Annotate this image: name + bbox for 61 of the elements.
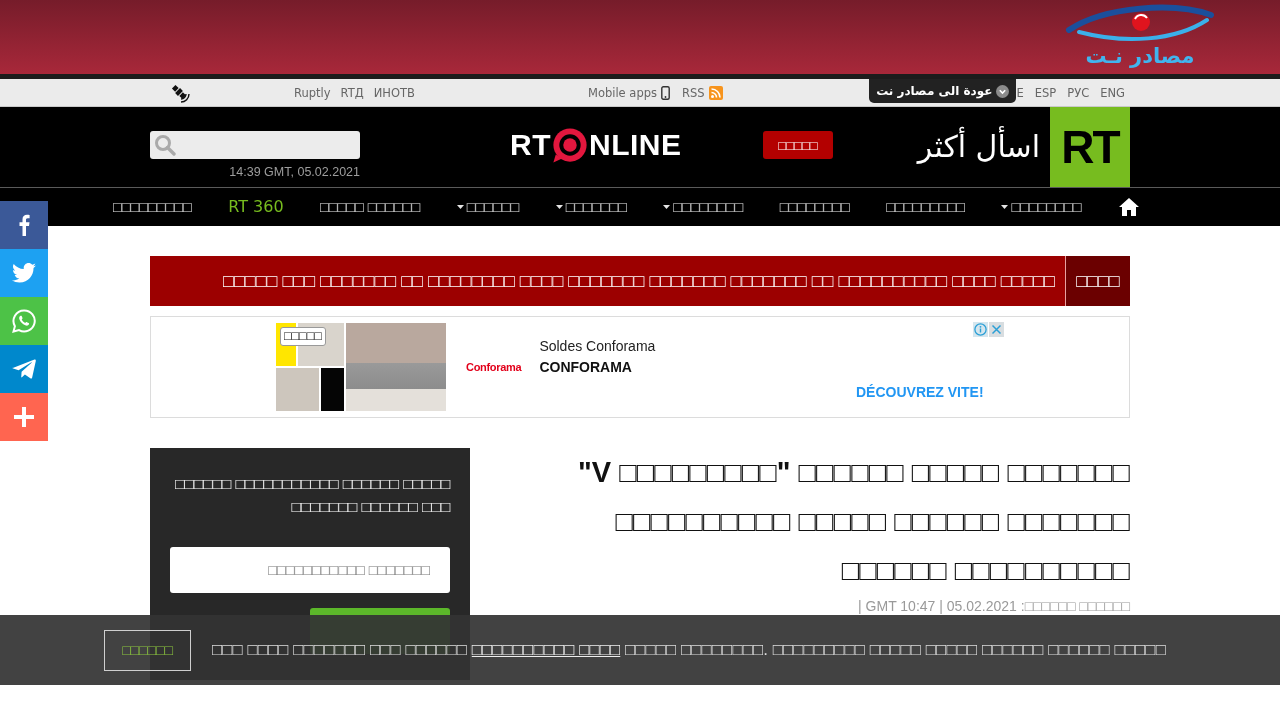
share-button[interactable] xyxy=(0,249,48,297)
image-tag: □□□□□ xyxy=(280,327,326,346)
article-headline: "V □□□□□□□□□" □□□□□□ □□□□□ □□□□□□□ □□□□□□□□□□ □□□□□ □□□□□□ □□□□□□□ □□□□□□ □□□□□□□□□□ xyxy=(577,455,1130,588)
mobile-apps-link[interactable]: Mobile apps xyxy=(587,85,670,100)
search-field[interactable] xyxy=(150,131,360,159)
notice-link[interactable]: □□□□□□□□□□ □□□□ xyxy=(471,640,621,659)
photo-placeholder xyxy=(276,368,319,411)
nav-link[interactable]: □□□□□□□□ xyxy=(779,197,850,217)
phone-icon xyxy=(661,85,670,100)
share-button[interactable] xyxy=(0,201,48,249)
plus-icon xyxy=(14,407,34,427)
close-icon[interactable] xyxy=(989,322,1004,337)
nav-link[interactable]: RT 360 xyxy=(228,197,284,217)
whatsapp-icon xyxy=(12,309,36,333)
nav-link[interactable]: □□□□□ □□□□□□ xyxy=(319,197,421,217)
email-field[interactable]: □□□□□□□□□□□ □□□□□□□ xyxy=(170,547,450,593)
language-link[interactable]: РУС xyxy=(1067,85,1090,100)
satellite-icon[interactable] xyxy=(170,82,190,103)
facebook-icon xyxy=(18,214,30,236)
nav-link[interactable]: □□□□□□□ xyxy=(555,197,627,217)
site-logo-text: مصادر نـت xyxy=(1085,43,1195,69)
brand-logo[interactable]: RT xyxy=(1050,107,1130,187)
share-button[interactable] xyxy=(0,393,48,441)
rss-icon xyxy=(708,85,723,100)
top-link[interactable]: ИНОТВ xyxy=(373,85,415,100)
top-link[interactable]: RTД xyxy=(340,85,364,100)
tagline-text: اسأل أكثر xyxy=(917,128,1040,166)
share-button[interactable] xyxy=(0,345,48,393)
top-link[interactable]: Ruptly xyxy=(294,85,331,100)
nav-link[interactable]: □□□□□□ xyxy=(456,197,520,217)
rss-link[interactable]: RSS xyxy=(682,85,723,100)
back-tab[interactable]: عودة الى مصادر نت xyxy=(869,79,1017,103)
search-icon[interactable] xyxy=(154,134,176,156)
logo-text: RT xyxy=(510,129,551,161)
breaking-news-headline[interactable]: □□□□□ □□□ □□□□□□□ □□ □□□□□□□□ □□□□ □□□□□□□ □□□□□□□ □□□□□□□ □□ □□□□□□□□□□ □□□□ □□□□□ xyxy=(223,269,1055,293)
ring-icon xyxy=(551,126,589,164)
nav-link[interactable]: □□□□□□□□□ xyxy=(886,197,966,217)
nav-link[interactable]: □□□□□□□□ xyxy=(663,197,744,217)
ad-title[interactable]: Soldes Conforama xyxy=(539,337,656,356)
language-link[interactable]: ESP xyxy=(1034,85,1057,100)
header-button[interactable]: □□□□□ xyxy=(763,131,833,159)
logo-text: NLINE xyxy=(589,129,682,161)
language-link[interactable]: ENG xyxy=(1100,85,1125,100)
breaking-news-label: □□□□ xyxy=(1065,256,1130,306)
advertiser-logo: Conforama xyxy=(466,361,522,373)
newsletter-heading: □□□□□□ □□□□□□□□□□□ □□□□□□ □□□□□ □□□□□□□ □□□□□□ □□□ xyxy=(173,474,450,517)
nav-link[interactable]: □□□□□□□□ xyxy=(1001,197,1082,217)
paper-plane-icon xyxy=(12,359,36,379)
datetime-text: 14:39 GMT, 05.02.2021 xyxy=(229,165,360,179)
ad-advertiser: CONFORAMA xyxy=(539,358,632,377)
eye-icon xyxy=(1065,3,1215,43)
image-tile xyxy=(321,368,344,411)
article-meta: | GMT 10:47 | 05.02.2021 :□□□□□□ □□□□□□ xyxy=(858,598,1130,614)
home-icon[interactable] xyxy=(1117,197,1140,217)
language-link[interactable]: E xyxy=(1016,85,1024,100)
info-icon[interactable] xyxy=(973,322,988,337)
bird-icon xyxy=(12,263,36,283)
nav-link[interactable]: □□□□□□□□□ xyxy=(113,197,192,217)
notice-button[interactable]: □□□□□□ xyxy=(104,629,191,671)
notice-text: □□□ □□□□ □□□□□□□ □□□ □□□□□□ □□□□□□□□□□ □□□□ □□□□□ □□□□□□□□. □□□□□□□□□ □□□□□ □□□□□ □□□□□□ □□□□□□ □□□□□ xyxy=(212,640,1166,660)
chevron-down-icon xyxy=(996,84,1010,98)
